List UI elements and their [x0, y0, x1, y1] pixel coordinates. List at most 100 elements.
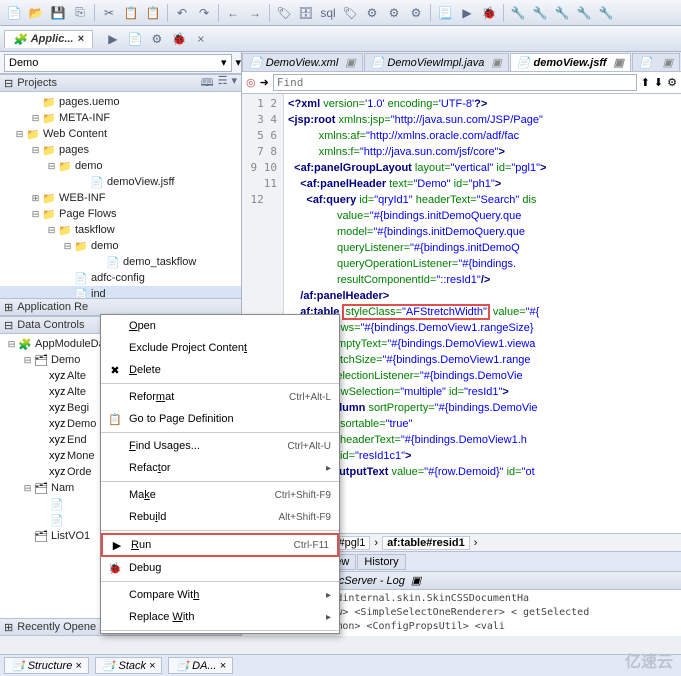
- tree-item[interactable]: ⊟📁META-INF: [0, 110, 241, 126]
- editor-tab[interactable]: 📄DemoViewImpl.java▣: [364, 53, 509, 71]
- toolbar-button[interactable]: 📄: [125, 29, 145, 49]
- toolbar-button[interactable]: 🏷: [274, 3, 294, 23]
- toolbar-button[interactable]: ↶: [172, 3, 192, 23]
- toolbar-button[interactable]: →: [245, 3, 265, 23]
- menu-item[interactable]: Exclude Project Content: [101, 337, 339, 359]
- filter-icon[interactable]: ☴: [218, 74, 228, 93]
- close-icon[interactable]: ×: [220, 660, 226, 672]
- tree-item[interactable]: ⊟📁taskflow: [0, 222, 241, 238]
- toolbar-button[interactable]: sql: [318, 3, 338, 23]
- find-options-icon[interactable]: ⚙: [667, 76, 677, 89]
- find-prev-icon[interactable]: ⬆: [641, 76, 650, 89]
- context-menu[interactable]: OpenExclude Project Content✖Delete Reform…: [100, 314, 340, 634]
- toolbar-button[interactable]: 🔧: [574, 3, 594, 23]
- toolbar-button[interactable]: ✂: [99, 3, 119, 23]
- toolbar-button[interactable]: 📃: [435, 3, 455, 23]
- breadcrumb-item[interactable]: af:table#resid1: [382, 536, 470, 550]
- toolbar-button[interactable]: 💾: [48, 3, 68, 23]
- find-input[interactable]: [273, 74, 637, 91]
- tree-item[interactable]: ⊟📁pages: [0, 142, 241, 158]
- editor-tab[interactable]: 📄demoView.jsff▣: [510, 53, 631, 71]
- expand-icon: ⊞: [4, 621, 13, 634]
- find-bar: ◎ ➜ ⬆ ⬇ ⚙: [242, 72, 681, 94]
- breadcrumb-item[interactable]: ›: [374, 537, 378, 549]
- menu-item[interactable]: Find Usages...Ctrl+Alt-U: [101, 435, 339, 457]
- toolbar-button[interactable]: 📋: [143, 3, 163, 23]
- find-next-icon[interactable]: ⬇: [654, 76, 663, 89]
- target-icon[interactable]: ◎: [246, 76, 256, 89]
- toolbar-button[interactable]: ▶: [103, 29, 123, 49]
- code-body[interactable]: <?xml version='1.0' encoding='UTF-8'?><j…: [284, 94, 681, 533]
- tree-item[interactable]: 📁pages.uemo: [0, 94, 241, 110]
- close-icon[interactable]: ×: [77, 33, 83, 45]
- refresh-icon[interactable]: 🕮: [201, 74, 214, 93]
- find-next-icon[interactable]: ➜: [260, 76, 269, 89]
- toolbar-button[interactable]: ⚙: [362, 3, 382, 23]
- toolbar-button[interactable]: ⚙: [406, 3, 426, 23]
- menu-item[interactable]: ✖Delete: [101, 359, 339, 381]
- close-icon[interactable]: ▣: [411, 574, 421, 587]
- editor-tab[interactable]: 📄▣: [632, 53, 680, 71]
- project-tree[interactable]: 📁pages.uemo⊟📁META-INF⊟📁Web Content⊟📁page…: [0, 92, 241, 298]
- app-tab-label: Applic...: [31, 33, 74, 45]
- editor-tab[interactable]: 📄DemoView.xml▣: [242, 53, 363, 71]
- toolbar-button[interactable]: 🗄: [296, 3, 316, 23]
- menu-item[interactable]: 🐞Debug: [101, 557, 339, 579]
- toolbar-button[interactable]: ×: [191, 29, 211, 49]
- toolbar-button[interactable]: 🐞: [169, 29, 189, 49]
- breadcrumb-item[interactable]: ›: [474, 537, 478, 549]
- menu-item[interactable]: RebuildAlt+Shift-F9: [101, 506, 339, 528]
- options-icon[interactable]: ▾: [232, 74, 238, 93]
- collapse-icon: ⊟: [4, 319, 13, 332]
- menu-item[interactable]: 📋Go to Page Definition: [101, 408, 339, 430]
- tree-item[interactable]: ⊟📁Page Flows: [0, 206, 241, 222]
- tree-item[interactable]: ⊟📁Web Content: [0, 126, 241, 142]
- toolbar-button[interactable]: 📋: [121, 3, 141, 23]
- bottom-tab[interactable]: 📑Structure×: [4, 657, 89, 674]
- toolbar-button[interactable]: ⚙: [384, 3, 404, 23]
- project-selector-row: Demo ▾ ▾: [0, 52, 241, 74]
- toolbar-button[interactable]: 🔧: [508, 3, 528, 23]
- bottom-tab[interactable]: 📑Stack×: [95, 657, 163, 674]
- close-icon[interactable]: ▣: [613, 56, 623, 69]
- toolbar-button[interactable]: 🏷: [340, 3, 360, 23]
- close-icon[interactable]: ×: [149, 660, 155, 672]
- tree-item[interactable]: 📄adfc-config: [0, 270, 241, 286]
- close-icon[interactable]: ▣: [663, 56, 673, 69]
- menu-item[interactable]: ▶RunCtrl-F11: [101, 533, 339, 557]
- menu-item[interactable]: MakeCtrl+Shift-F9: [101, 484, 339, 506]
- menu-item[interactable]: Compare With▸: [101, 584, 339, 606]
- bottom-tab[interactable]: 📑DA...×: [168, 657, 233, 674]
- project-combo[interactable]: Demo ▾: [4, 54, 232, 72]
- menu-item[interactable]: Open: [101, 315, 339, 337]
- editor-tabs: 📄DemoView.xml▣📄DemoViewImpl.java▣📄demoVi…: [242, 52, 681, 72]
- close-icon[interactable]: ×: [75, 660, 81, 672]
- toolbar-button[interactable]: ▶: [457, 3, 477, 23]
- view-tab[interactable]: History: [357, 554, 405, 570]
- tree-item[interactable]: ⊞📁WEB-INF: [0, 190, 241, 206]
- tree-item[interactable]: 📄demo_taskflow: [0, 254, 241, 270]
- toolbar-button[interactable]: 🔧: [530, 3, 550, 23]
- projects-header[interactable]: ⊟ Projects 🕮☴▾: [0, 74, 241, 92]
- menu-item[interactable]: Refactor▸: [101, 457, 339, 479]
- menu-item[interactable]: Replace With▸: [101, 606, 339, 628]
- close-icon[interactable]: ▣: [491, 56, 501, 69]
- toolbar-button[interactable]: 🔧: [596, 3, 616, 23]
- toolbar-button[interactable]: 🐞: [479, 3, 499, 23]
- toolbar-button[interactable]: 🔧: [552, 3, 572, 23]
- toolbar-button[interactable]: 📂: [26, 3, 46, 23]
- combo-options-icon[interactable]: ▾: [236, 56, 242, 69]
- menu-icon: 📋: [107, 413, 123, 426]
- tree-item[interactable]: 📄ind: [0, 286, 241, 298]
- close-icon[interactable]: ▣: [345, 56, 355, 69]
- tree-item[interactable]: 📄demoView.jsff: [0, 174, 241, 190]
- tree-item[interactable]: ⊟📁demo: [0, 158, 241, 174]
- toolbar-button[interactable]: ↷: [194, 3, 214, 23]
- menu-item[interactable]: ReformatCtrl+Alt-L: [101, 386, 339, 408]
- toolbar-button[interactable]: ⚙: [147, 29, 167, 49]
- toolbar-button[interactable]: ⎘: [70, 3, 90, 23]
- tree-item[interactable]: ⊟📁demo: [0, 238, 241, 254]
- app-tab[interactable]: 🧩 Applic... ×: [4, 30, 93, 48]
- toolbar-button[interactable]: 📄: [4, 3, 24, 23]
- toolbar-button[interactable]: ←: [223, 3, 243, 23]
